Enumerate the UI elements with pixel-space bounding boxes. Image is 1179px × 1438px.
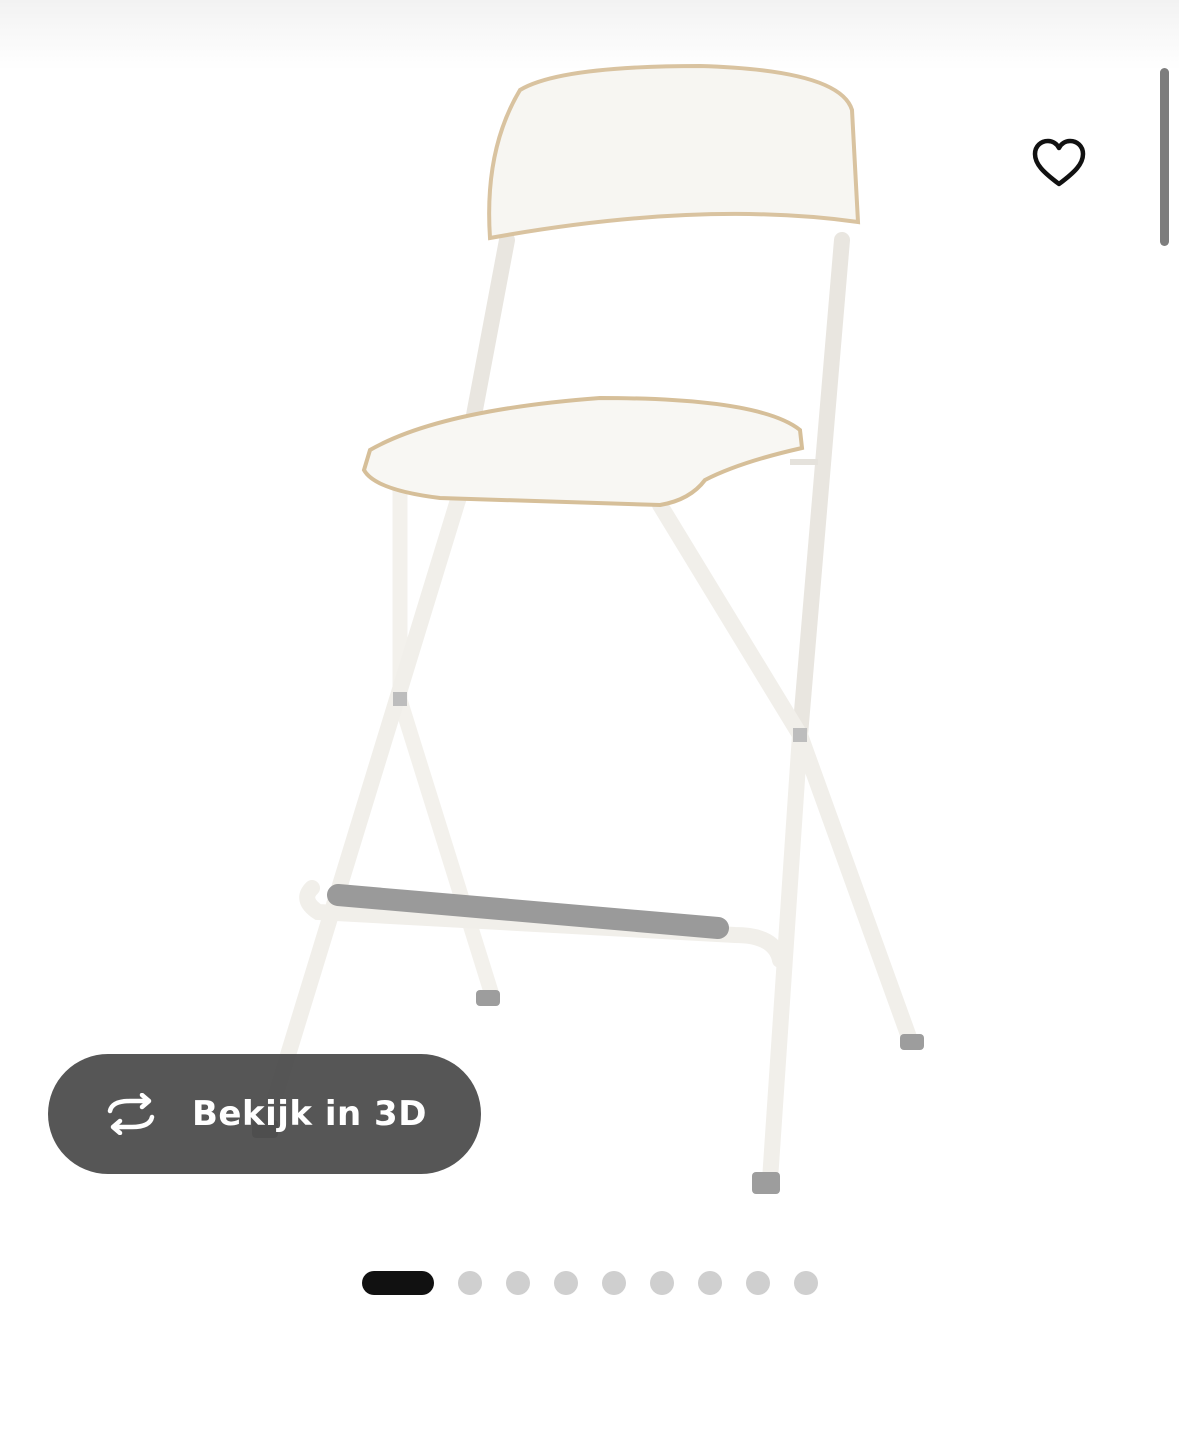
- favorite-button[interactable]: [1004, 108, 1114, 218]
- pagination-dot[interactable]: [506, 1271, 530, 1295]
- heart-outline-icon: [1032, 138, 1086, 187]
- rotate-3d-icon: [107, 1093, 155, 1135]
- pagination-dot-active[interactable]: [362, 1271, 434, 1295]
- pagination-dot[interactable]: [746, 1271, 770, 1295]
- product-gallery: Bekijk in 3D: [0, 0, 1179, 1438]
- pagination-dot[interactable]: [794, 1271, 818, 1295]
- pagination-dot[interactable]: [698, 1271, 722, 1295]
- scroll-indicator: [1160, 68, 1169, 246]
- view-in-3d-button[interactable]: Bekijk in 3D: [48, 1054, 481, 1174]
- pagination-dot[interactable]: [554, 1271, 578, 1295]
- pagination-dot[interactable]: [602, 1271, 626, 1295]
- pagination-dot[interactable]: [650, 1271, 674, 1295]
- product-image[interactable]: [250, 60, 970, 1220]
- view-in-3d-label: Bekijk in 3D: [192, 1094, 427, 1134]
- pagination-dot[interactable]: [458, 1271, 482, 1295]
- carousel-pagination: [362, 1271, 818, 1295]
